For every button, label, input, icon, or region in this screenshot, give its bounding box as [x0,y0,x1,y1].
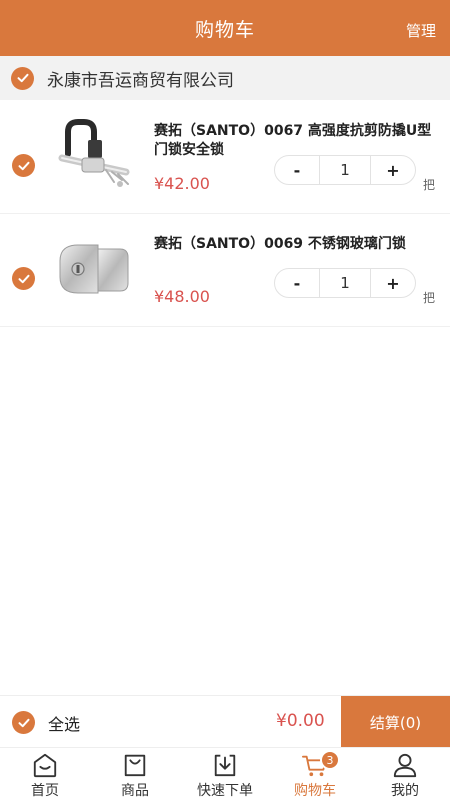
quantity-stepper: - 1 + [274,268,416,298]
bag-icon [124,754,146,777]
cart-count-badge: 3 [320,750,340,770]
quantity-input[interactable]: 1 [319,156,371,184]
tab-label: 快速下单 [197,783,253,799]
quantity-stepper: - 1 + [274,155,416,185]
select-all-checkbox[interactable] [12,711,35,734]
tab-mine[interactable]: 我的 [360,748,450,800]
checkout-button[interactable]: 结算(0) [341,696,450,748]
quantity-input[interactable]: 1 [319,269,371,297]
product-price: ¥48.00 [154,287,210,306]
tab-cart[interactable]: 3 购物车 [270,748,360,800]
page-title: 购物车 [194,18,255,41]
tab-label: 首页 [31,783,59,799]
checkout-bar: 全选 ¥0.00 结算(0) [0,695,450,748]
product-name[interactable]: 赛拓（SANTO）0069 不锈钢玻璃门锁 [154,235,439,254]
tab-products[interactable]: 商品 [90,748,180,800]
tab-home[interactable]: 首页 [0,748,90,800]
check-icon [18,274,29,283]
quantity-unit: 把 [423,178,436,192]
product-image-glass-door-lock[interactable] [48,231,138,311]
top-header: 购物车 管理 [0,0,450,56]
cart-item: 赛拓（SANTO）0069 不锈钢玻璃门锁 ¥48.00 - 1 + 把 [0,215,450,327]
decrease-quantity-button[interactable]: - [275,269,319,297]
manage-button[interactable]: 管理 [406,20,436,41]
quantity-unit: 把 [423,291,436,305]
product-image-u-lock[interactable] [48,118,138,198]
user-icon [393,753,417,778]
item-checkbox[interactable] [12,154,35,177]
select-all-label[interactable]: 全选 [48,711,80,735]
increase-quantity-button[interactable]: + [371,156,415,184]
tab-quick-order[interactable]: 快速下单 [180,748,270,800]
home-icon [33,753,57,778]
tab-label: 商品 [121,783,149,799]
store-name: 永康市吾运商贸有限公司 [47,70,234,91]
check-icon [17,73,28,83]
cart-item: 赛拓（SANTO）0067 高强度抗剪防撬U型门锁安全锁 ¥42.00 - 1 … [0,102,450,214]
store-bar: 永康市吾运商贸有限公司 [0,56,450,100]
check-icon [18,718,29,727]
tab-label: 我的 [391,783,419,799]
tab-label: 购物车 [294,783,336,799]
item-checkbox[interactable] [12,267,35,290]
increase-quantity-button[interactable]: + [371,269,415,297]
download-box-icon [214,754,236,777]
bottom-tab-bar: 首页 商品 快速下单 3 购物车 我的 [0,747,450,800]
check-icon [18,161,29,170]
total-price: ¥0.00 [276,711,325,731]
product-price: ¥42.00 [154,174,210,193]
store-checkbox[interactable] [11,66,34,90]
decrease-quantity-button[interactable]: - [275,156,319,184]
